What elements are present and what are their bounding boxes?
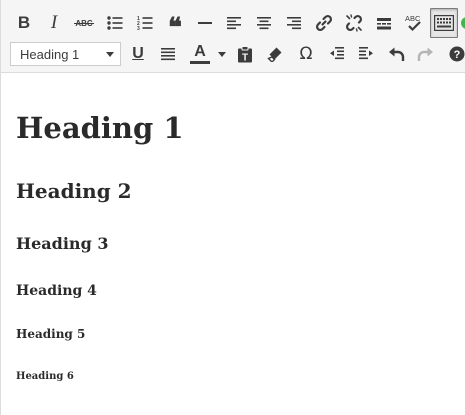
strikethrough-button[interactable]: ABC (70, 8, 98, 38)
clear-formatting-button[interactable] (261, 39, 289, 69)
align-right-icon (287, 17, 301, 30)
decrease-indent-icon (330, 47, 344, 60)
text-color-button[interactable]: A (184, 39, 230, 69)
editor-toolbar: B I ABC 1 2 3 ❝ ABC Heading 1 U A T Ω ? (1, 0, 465, 73)
heading-3[interactable]: Heading 3 (16, 234, 108, 254)
text-color-icon: A (188, 39, 212, 69)
insert-link-button[interactable] (310, 8, 338, 38)
remove-link-icon (345, 14, 363, 32)
format-select-value: Heading 1 (20, 46, 80, 62)
toolbar-toggle-icon (434, 15, 454, 31)
format-select[interactable]: Heading 1 (10, 42, 121, 66)
increase-indent-button[interactable] (352, 39, 380, 69)
heading-2[interactable]: Heading 2 (16, 179, 132, 203)
align-left-icon (227, 17, 241, 30)
numbered-list-icon: 1 2 3 (137, 16, 153, 31)
justify-button[interactable] (154, 39, 182, 69)
justify-icon (161, 48, 175, 61)
horizontal-line-icon (198, 22, 212, 24)
distraction-free-icon (461, 17, 465, 29)
svg-text:ABC: ABC (405, 14, 421, 23)
paste-as-text-icon: T (238, 45, 252, 63)
chevron-down-icon (106, 52, 114, 57)
heading-1[interactable]: Heading 1 (16, 111, 184, 145)
italic-button[interactable]: I (40, 8, 68, 38)
read-more-tag-button[interactable] (370, 8, 398, 38)
bold-icon: B (17, 13, 31, 32)
heading-6[interactable]: Heading 6 (16, 370, 74, 384)
insert-link-icon (315, 14, 333, 32)
read-more-tag-icon (377, 18, 391, 30)
spellcheck-icon: ABC (405, 14, 421, 32)
special-character-button[interactable]: Ω (292, 39, 320, 69)
bulleted-list-icon (107, 16, 123, 30)
align-center-button[interactable] (250, 8, 278, 38)
underline-button[interactable]: U (124, 39, 152, 69)
bold-button[interactable]: B (10, 8, 38, 38)
visual-editor: B I ABC 1 2 3 ❝ ABC Heading 1 U A T Ω ? … (0, 0, 465, 415)
align-center-icon (257, 17, 271, 30)
svg-text:T: T (242, 52, 248, 63)
redo-icon (417, 47, 433, 61)
text-color-label: A (194, 43, 206, 60)
special-character-icon: Ω (299, 44, 313, 64)
distraction-free-button[interactable] (459, 8, 465, 38)
help-button[interactable]: ? (443, 39, 465, 69)
undo-button[interactable] (382, 39, 410, 69)
strikethrough-icon: ABC (74, 18, 95, 28)
chevron-down-icon[interactable] (218, 51, 226, 57)
svg-text:3: 3 (137, 26, 140, 31)
help-icon: ? (449, 46, 465, 62)
numbered-list-button[interactable]: 1 2 3 (131, 8, 159, 38)
svg-text:?: ? (454, 49, 461, 61)
blockquote-icon: ❝ (168, 13, 182, 43)
paste-as-text-button[interactable]: T (231, 39, 259, 69)
clear-formatting-icon (267, 47, 282, 62)
text-color-swatch (190, 61, 210, 64)
undo-icon (389, 47, 405, 61)
italic-icon: I (50, 12, 58, 33)
horizontal-line-button[interactable] (191, 8, 219, 38)
align-right-button[interactable] (280, 8, 308, 38)
toolbar-row-primary: B I ABC 1 2 3 ❝ ABC (1, 7, 465, 43)
heading-4[interactable]: Heading 4 (16, 282, 97, 300)
align-left-button[interactable] (220, 8, 248, 38)
spellcheck-button[interactable]: ABC (400, 8, 428, 38)
decrease-indent-button[interactable] (323, 39, 351, 69)
redo-button[interactable] (412, 39, 440, 69)
increase-indent-icon (359, 47, 373, 60)
toolbar-row-secondary: Heading 1 U A T Ω ? (1, 38, 465, 70)
heading-5[interactable]: Heading 5 (16, 326, 85, 342)
remove-link-button[interactable] (340, 8, 368, 38)
underline-icon: U (132, 45, 144, 62)
bulleted-list-button[interactable] (101, 8, 129, 38)
blockquote-button[interactable]: ❝ (161, 8, 189, 43)
toolbar-toggle-button[interactable] (430, 8, 458, 38)
